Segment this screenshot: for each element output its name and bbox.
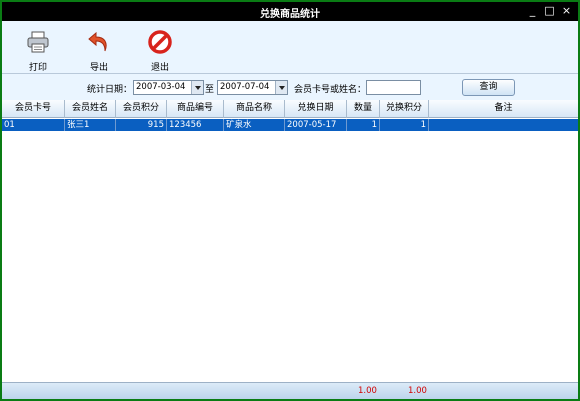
export-button[interactable]: 导出 [79, 29, 119, 73]
cell-exchange-points: 1 [380, 119, 429, 131]
cell-card: 01 [2, 119, 65, 131]
col-header-date[interactable]: 兑换日期 [285, 100, 347, 118]
col-header-name[interactable]: 会员姓名 [65, 100, 116, 118]
cell-code: 123456 [167, 119, 224, 131]
col-header-code[interactable]: 商品编号 [167, 100, 224, 118]
maximize-button[interactable]: □ [543, 4, 556, 18]
date-label: 统计日期： [87, 85, 133, 95]
member-search-input[interactable] [366, 80, 421, 95]
app-window: 兑换商品统计 _ □ × 打印 导出 退出 统计日期： 2007-03-04 至… [0, 0, 580, 401]
cell-name: 张三1 [65, 119, 116, 131]
points-total: 1.00 [408, 386, 427, 396]
minimize-button[interactable]: _ [526, 4, 539, 18]
chevron-down-icon[interactable] [191, 81, 203, 94]
end-date-picker[interactable]: 2007-07-04 [217, 80, 288, 95]
chevron-down-icon[interactable] [275, 81, 287, 94]
printer-icon [27, 31, 49, 53]
exit-button[interactable]: 退出 [140, 29, 180, 73]
table-row[interactable]: 01 张三1 915 123456 矿泉水 2007-05-17 1 1 [2, 119, 578, 131]
query-button[interactable]: 查询 [462, 79, 515, 96]
col-header-points[interactable]: 会员积分 [116, 100, 167, 118]
no-entry-icon [148, 30, 172, 54]
cell-note [429, 119, 578, 131]
member-label: 会员卡号或姓名： [294, 85, 367, 95]
cell-qty: 1 [347, 119, 380, 131]
col-header-product[interactable]: 商品名称 [224, 100, 285, 118]
start-date-value: 2007-03-04 [136, 82, 186, 92]
print-button[interactable]: 打印 [18, 29, 58, 73]
end-date-value: 2007-07-04 [220, 82, 270, 92]
col-header-qty[interactable]: 数量 [347, 100, 380, 118]
totals-bar: 1.00 1.00 [2, 382, 578, 399]
results-table: 会员卡号 会员姓名 会员积分 商品编号 商品名称 兑换日期 数量 兑换积分 备注… [2, 100, 578, 382]
col-header-exchange-points[interactable]: 兑换积分 [380, 100, 429, 118]
undo-arrow-icon [88, 31, 107, 52]
cell-product: 矿泉水 [224, 119, 285, 131]
cell-date: 2007-05-17 [285, 119, 347, 131]
col-header-note[interactable]: 备注 [429, 100, 578, 118]
export-label: 导出 [89, 63, 108, 73]
title-bar: 兑换商品统计 _ □ × [2, 2, 578, 21]
col-header-card[interactable]: 会员卡号 [2, 100, 65, 118]
table-header: 会员卡号 会员姓名 会员积分 商品编号 商品名称 兑换日期 数量 兑换积分 备注 [2, 100, 578, 118]
print-label: 打印 [28, 63, 47, 73]
window-title: 兑换商品统计 [260, 9, 320, 20]
to-label: 至 [205, 85, 215, 95]
filter-bar: 统计日期： 2007-03-04 至 2007-07-04 会员卡号或姓名： 查… [2, 74, 578, 100]
close-button[interactable]: × [560, 4, 573, 18]
start-date-picker[interactable]: 2007-03-04 [133, 80, 204, 95]
toolbar: 打印 导出 退出 [2, 21, 578, 73]
qty-total: 1.00 [358, 386, 377, 396]
exit-label: 退出 [150, 63, 169, 73]
cell-points: 915 [116, 119, 167, 131]
